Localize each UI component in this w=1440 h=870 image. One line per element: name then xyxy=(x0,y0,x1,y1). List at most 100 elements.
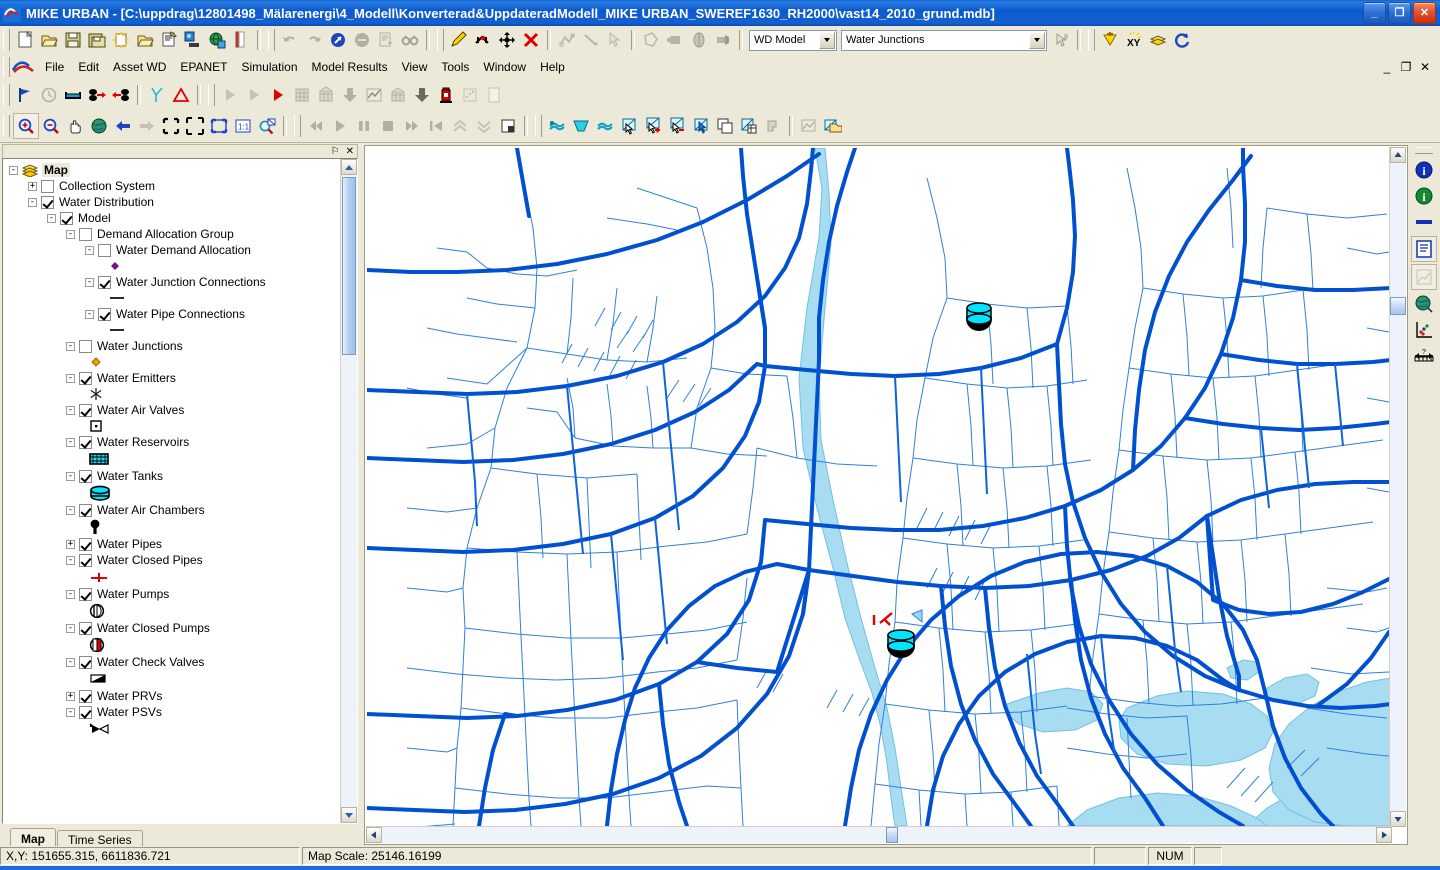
tree-item-water-check-valves[interactable]: - Water Check Valves xyxy=(7,654,341,670)
info-green-icon[interactable]: i xyxy=(1412,184,1436,208)
map-scroll-down-button[interactable] xyxy=(1390,811,1406,827)
tree-item-collection-system[interactable]: + Collection System xyxy=(7,178,341,194)
sim-toolbar-grip[interactable] xyxy=(3,84,10,106)
collapse-icon[interactable]: - xyxy=(66,623,75,633)
blueflag-icon[interactable] xyxy=(13,83,37,107)
pin-icon[interactable]: ⚐ xyxy=(331,146,340,157)
branch-icon[interactable] xyxy=(145,83,169,107)
project-properties-icon[interactable] xyxy=(157,28,181,52)
cross-section-icon[interactable] xyxy=(61,83,85,107)
toolbar-grip[interactable] xyxy=(3,29,10,51)
network-flow-reverse-icon[interactable] xyxy=(109,83,133,107)
collapse-icon[interactable]: - xyxy=(85,245,94,255)
tree-item-demand-allocation-group[interactable]: - Demand Allocation Group xyxy=(7,226,341,242)
collapse-icon[interactable]: - xyxy=(66,505,75,515)
layer-checkbox[interactable] xyxy=(41,179,54,193)
new-icon[interactable] xyxy=(13,28,37,52)
map-scroll-up-button[interactable] xyxy=(1390,147,1406,163)
tree-item-water-distribution[interactable]: - Water Distribution xyxy=(7,194,341,210)
layer-toolbar-grip[interactable] xyxy=(535,115,542,137)
tree-item-water-demand-allocation[interactable]: - Water Demand Allocation xyxy=(7,242,341,258)
select-tool-icon[interactable] xyxy=(326,28,350,52)
delete-icon[interactable] xyxy=(519,28,543,52)
run-simulation-icon[interactable] xyxy=(266,83,290,107)
toolbar-grip-4[interactable] xyxy=(1088,29,1095,51)
layer-checkbox[interactable] xyxy=(79,553,92,567)
layer-tree[interactable]: - Map + Collection System - Water Distributio… xyxy=(2,158,358,824)
tree-item-water-prvs[interactable]: + Water PRVs xyxy=(7,688,341,704)
scroll-thumb[interactable] xyxy=(342,177,356,355)
properties-icon[interactable] xyxy=(1411,236,1437,262)
layer-checkbox[interactable] xyxy=(79,403,92,417)
tree-item-water-closed-pipes[interactable]: - Water Closed Pipes xyxy=(7,552,341,568)
toolbar-grip-2[interactable] xyxy=(268,29,275,51)
layers-icon[interactable] xyxy=(1146,28,1170,52)
refresh-icon[interactable] xyxy=(1170,28,1194,52)
collapse-icon[interactable]: - xyxy=(66,589,75,599)
minimize-button[interactable]: _ xyxy=(1363,2,1386,24)
map-vertical-scrollbar[interactable] xyxy=(1389,147,1406,827)
import-icon[interactable] xyxy=(181,28,205,52)
collapse-icon[interactable]: - xyxy=(85,277,94,287)
collapse-icon[interactable]: - xyxy=(66,555,75,565)
mdi-restore-button[interactable]: ❐ xyxy=(1397,59,1415,75)
redtriangle-icon[interactable] xyxy=(169,83,193,107)
layer-checkbox[interactable] xyxy=(79,503,92,517)
save-all-icon[interactable] xyxy=(85,28,109,52)
scroll-up-button[interactable] xyxy=(341,159,357,175)
new-project-icon[interactable] xyxy=(109,28,133,52)
tree-item-water-junctions[interactable]: - Water Junctions xyxy=(7,338,341,354)
collapse-icon[interactable]: - xyxy=(66,373,75,383)
mdi-minimize-button[interactable]: _ xyxy=(1378,59,1396,75)
layer-checkbox[interactable] xyxy=(98,307,111,321)
export-icon[interactable] xyxy=(229,28,253,52)
tree-item-model[interactable]: - Model xyxy=(7,210,341,226)
openmap-icon[interactable] xyxy=(569,114,593,138)
seladd-icon[interactable] xyxy=(641,114,665,138)
tree-item-water-psvs[interactable]: - Water PSVs xyxy=(7,704,341,720)
measure-line-icon[interactable] xyxy=(1412,210,1436,234)
save-icon[interactable] xyxy=(61,28,85,52)
addlayer-icon[interactable] xyxy=(545,114,569,138)
insert-point-icon[interactable] xyxy=(1098,28,1122,52)
menu-item-view[interactable]: View xyxy=(395,57,435,77)
layer-checkbox[interactable] xyxy=(79,339,92,353)
tree-item-water-emitters[interactable]: - Water Emitters xyxy=(7,370,341,386)
scroll-down-button[interactable] xyxy=(341,807,357,823)
seltable-icon[interactable] xyxy=(737,114,761,138)
tree-item-water-reservoirs[interactable]: - Water Reservoirs xyxy=(7,434,341,450)
pan-hand-icon[interactable] xyxy=(63,114,87,138)
scatter-plot-icon[interactable] xyxy=(1412,318,1436,342)
menu-item-asset-wd[interactable]: Asset WD xyxy=(106,57,173,77)
map-view[interactable] xyxy=(367,148,1391,826)
mdi-close-button[interactable]: ✕ xyxy=(1416,59,1434,75)
insert-node-icon[interactable] xyxy=(471,28,495,52)
layer-checkbox[interactable] xyxy=(79,435,92,449)
tree-item-water-air-chambers[interactable]: - Water Air Chambers xyxy=(7,502,341,518)
globe-tool-icon[interactable] xyxy=(1412,292,1436,316)
menu-grip[interactable] xyxy=(3,57,10,77)
tree-item-water-closed-pumps[interactable]: - Water Closed Pumps xyxy=(7,620,341,636)
layer-checkbox[interactable] xyxy=(79,537,92,551)
layer-checkbox[interactable] xyxy=(79,587,92,601)
layer-checkbox[interactable] xyxy=(79,469,92,483)
collapse-icon[interactable]: - xyxy=(85,309,94,319)
layer-checkbox[interactable] xyxy=(41,195,54,209)
map-scroll-right-button[interactable] xyxy=(1376,827,1392,843)
collapse-icon[interactable]: - xyxy=(66,405,75,415)
menu-item-model-results[interactable]: Model Results xyxy=(305,57,395,77)
layer-checkbox[interactable] xyxy=(98,275,111,289)
tree-item-water-air-valves[interactable]: - Water Air Valves xyxy=(7,402,341,418)
zoom-out-icon[interactable] xyxy=(39,114,63,138)
menu-item-file[interactable]: File xyxy=(38,57,71,77)
zoomwin-icon[interactable] xyxy=(207,114,231,138)
layer-checkbox[interactable] xyxy=(98,243,111,257)
layer-checkbox[interactable] xyxy=(79,621,92,635)
menu-item-tools[interactable]: Tools xyxy=(434,57,476,77)
xy-icon[interactable]: XY xyxy=(1122,28,1146,52)
bluearrowleft-icon[interactable] xyxy=(111,114,135,138)
copysel-icon[interactable] xyxy=(713,114,737,138)
maximize-button[interactable]: ❐ xyxy=(1388,2,1411,24)
menu-item-window[interactable]: Window xyxy=(476,57,533,77)
tree-item-water-junction-connections[interactable]: - Water Junction Connections xyxy=(7,274,341,290)
